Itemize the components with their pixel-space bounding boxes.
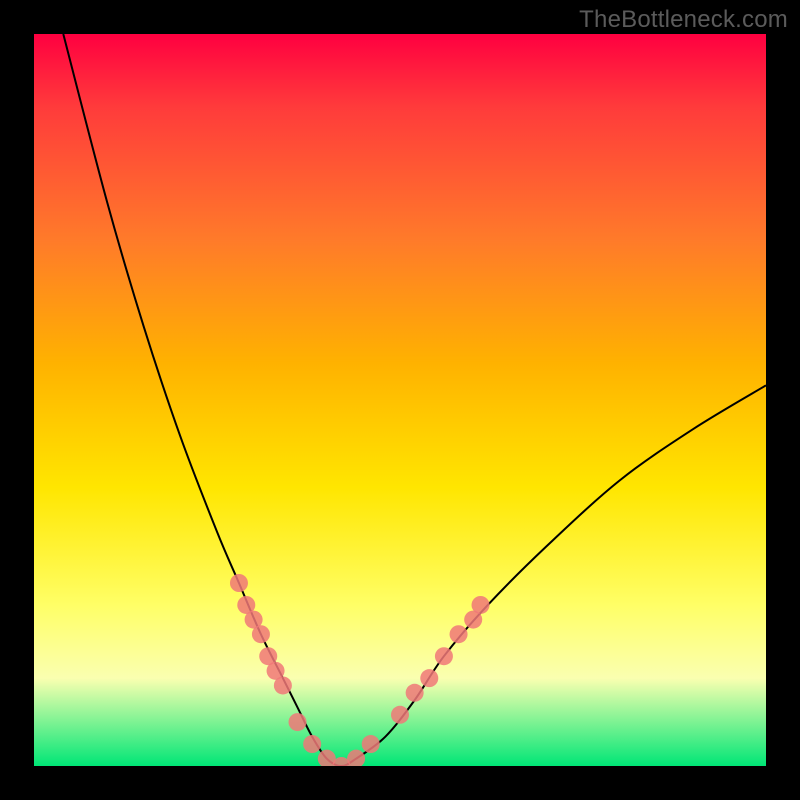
marker-point [274,676,292,694]
marker-cluster-bottom [289,713,380,766]
marker-point [472,596,490,614]
marker-cluster-left [230,574,292,694]
bottleneck-curve-line [63,34,766,766]
marker-point [450,625,468,643]
marker-point [406,684,424,702]
marker-point [435,647,453,665]
plot-area [34,34,766,766]
marker-point [289,713,307,731]
marker-point [362,735,380,753]
marker-point [230,574,248,592]
marker-point [391,706,409,724]
curve-svg [34,34,766,766]
marker-point [252,625,270,643]
watermark-text: TheBottleneck.com [579,6,788,34]
marker-point [347,750,365,766]
chart-stage: TheBottleneck.com [0,0,800,800]
marker-point [420,669,438,687]
marker-point [303,735,321,753]
marker-cluster-right [391,596,490,724]
